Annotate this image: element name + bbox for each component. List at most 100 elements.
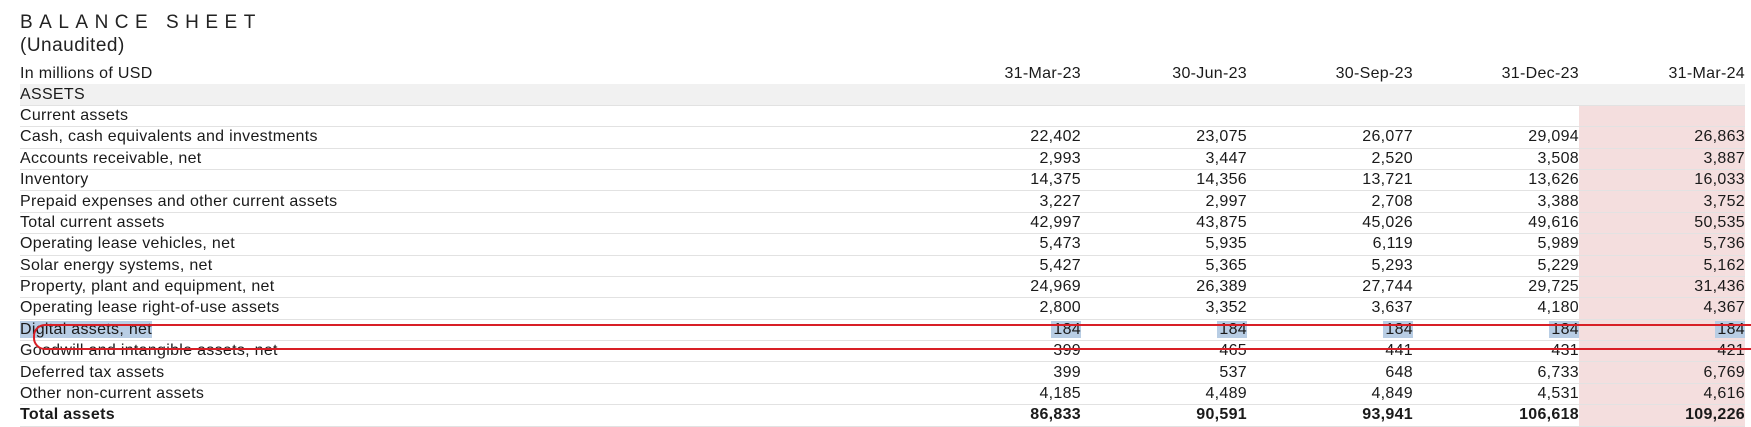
row-value-text: 4,180 [1537,299,1579,317]
row-value: 3,352 [1081,297,1247,320]
row-value-text: 3,752 [1703,192,1745,210]
balance-sheet-table: In millions of USD 31-Mar-23 30-Jun-23 3… [20,64,1745,427]
column-header: 31-Dec-23 [1501,65,1579,83]
row-value-text: 5,989 [1537,235,1579,253]
table-row: Total assets 86,833 90,591 93,941 106,618 109… [20,404,1745,427]
row-value: 5,293 [1247,255,1413,277]
row-value [915,84,1081,106]
row-value-text: 5,229 [1537,256,1579,274]
table-row: Property, plant and equipment, net 24,969… [20,276,1745,299]
row-value [1579,84,1745,106]
row-label-text: Digital assets, net [20,320,152,338]
row-value-text: 109,226 [1685,406,1745,424]
row-value: 5,935 [1081,233,1247,256]
row-value: 13,626 [1413,169,1579,192]
row-value: 86,833 [915,404,1081,427]
row-value-text: 2,800 [1039,299,1081,317]
row-label-text: Operating lease right-of-use assets [20,299,280,317]
row-label: Property, plant and equipment, net [20,276,915,299]
row-value-text: 50,535 [1694,213,1745,231]
row-label: Cash, cash equivalents and investments [20,126,915,149]
row-value-text: 13,721 [1362,171,1413,189]
table-row: Operating lease vehicles, net 5,473 5,935 6… [20,233,1745,256]
row-value: 29,725 [1413,276,1579,299]
row-value: 4,185 [915,383,1081,406]
row-value-text: 3,447 [1205,149,1247,167]
row-value-text: 26,863 [1694,128,1745,146]
column-header: 30-Sep-23 [1335,65,1413,83]
row-value: 184 [1413,319,1579,342]
row-value-text: 93,941 [1362,406,1413,424]
row-label: Operating lease vehicles, net [20,233,915,256]
row-value: 3,447 [1081,148,1247,170]
page-title: BALANCE SHEET [20,12,262,33]
row-value: 441 [1247,340,1413,363]
row-value-text: 4,367 [1703,299,1745,317]
row-value-text: 4,489 [1205,385,1247,403]
row-value [1247,84,1413,106]
row-value-text: 465 [1219,342,1247,360]
row-label-text: Total assets [20,406,115,424]
row-value-text: 29,725 [1528,278,1579,296]
row-value-text: 5,365 [1205,256,1247,274]
row-label: Current assets [20,105,915,128]
row-value: 5,365 [1081,255,1247,277]
table-row: Operating lease right-of-use assets 2,800… [20,297,1745,320]
row-value: 24,969 [915,276,1081,299]
row-value: 3,752 [1579,190,1745,213]
row-value: 184 [915,319,1081,342]
row-value-text: 23,075 [1196,128,1247,146]
row-value: 4,616 [1579,383,1745,406]
row-label-text: Inventory [20,171,89,189]
row-value-text: 2,708 [1371,192,1413,210]
row-value-text: 106,618 [1519,406,1579,424]
row-value-text: 537 [1219,363,1247,381]
row-value-text: 184 [1051,320,1081,338]
row-value: 465 [1081,340,1247,363]
column-header: 31-Mar-24 [1668,65,1745,83]
row-value: 31,436 [1579,276,1745,299]
row-value-text: 4,849 [1371,385,1413,403]
table-row: Goodwill and intangible assets, net 399 46… [20,340,1745,363]
row-value-text: 49,616 [1528,213,1579,231]
row-value-text: 5,736 [1703,235,1745,253]
row-value: 399 [915,340,1081,363]
row-value-text: 5,935 [1205,235,1247,253]
row-value: 4,180 [1413,297,1579,320]
row-value-text: 5,473 [1039,235,1081,253]
row-value-text: 31,436 [1694,278,1745,296]
row-label: Prepaid expenses and other current asset… [20,190,915,213]
row-value: 2,800 [915,297,1081,320]
row-value-text: 399 [1053,363,1081,381]
row-value-text: 16,033 [1694,171,1745,189]
row-value-text: 2,993 [1039,149,1081,167]
row-value-text: 86,833 [1030,406,1081,424]
row-label-text: Total current assets [20,213,165,231]
row-value-text: 43,875 [1196,213,1247,231]
row-value: 2,997 [1081,190,1247,213]
row-label: Other non-current assets [20,383,915,406]
row-label: Inventory [20,169,915,192]
row-value-text: 4,531 [1537,385,1579,403]
unit-label: In millions of USD [20,65,153,83]
row-label-text: Operating lease vehicles, net [20,235,236,253]
row-value: 4,849 [1247,383,1413,406]
row-value: 3,637 [1247,297,1413,320]
row-value: 27,744 [1247,276,1413,299]
row-value: 4,367 [1579,297,1745,320]
row-value: 50,535 [1579,212,1745,235]
row-value [1413,105,1579,128]
row-value: 5,736 [1579,233,1745,256]
row-value-text: 2,520 [1371,149,1413,167]
row-value: 5,162 [1579,255,1745,277]
row-value-text: 6,769 [1703,363,1745,381]
row-label-text: ASSETS [20,85,85,103]
row-label: Total assets [20,404,915,427]
row-value: 6,119 [1247,233,1413,256]
row-value-text: 26,077 [1362,128,1413,146]
row-value-text: 4,616 [1703,385,1745,403]
row-value: 3,227 [915,190,1081,213]
row-label: ASSETS [20,84,915,106]
row-value: 5,229 [1413,255,1579,277]
row-value-text: 3,508 [1537,149,1579,167]
